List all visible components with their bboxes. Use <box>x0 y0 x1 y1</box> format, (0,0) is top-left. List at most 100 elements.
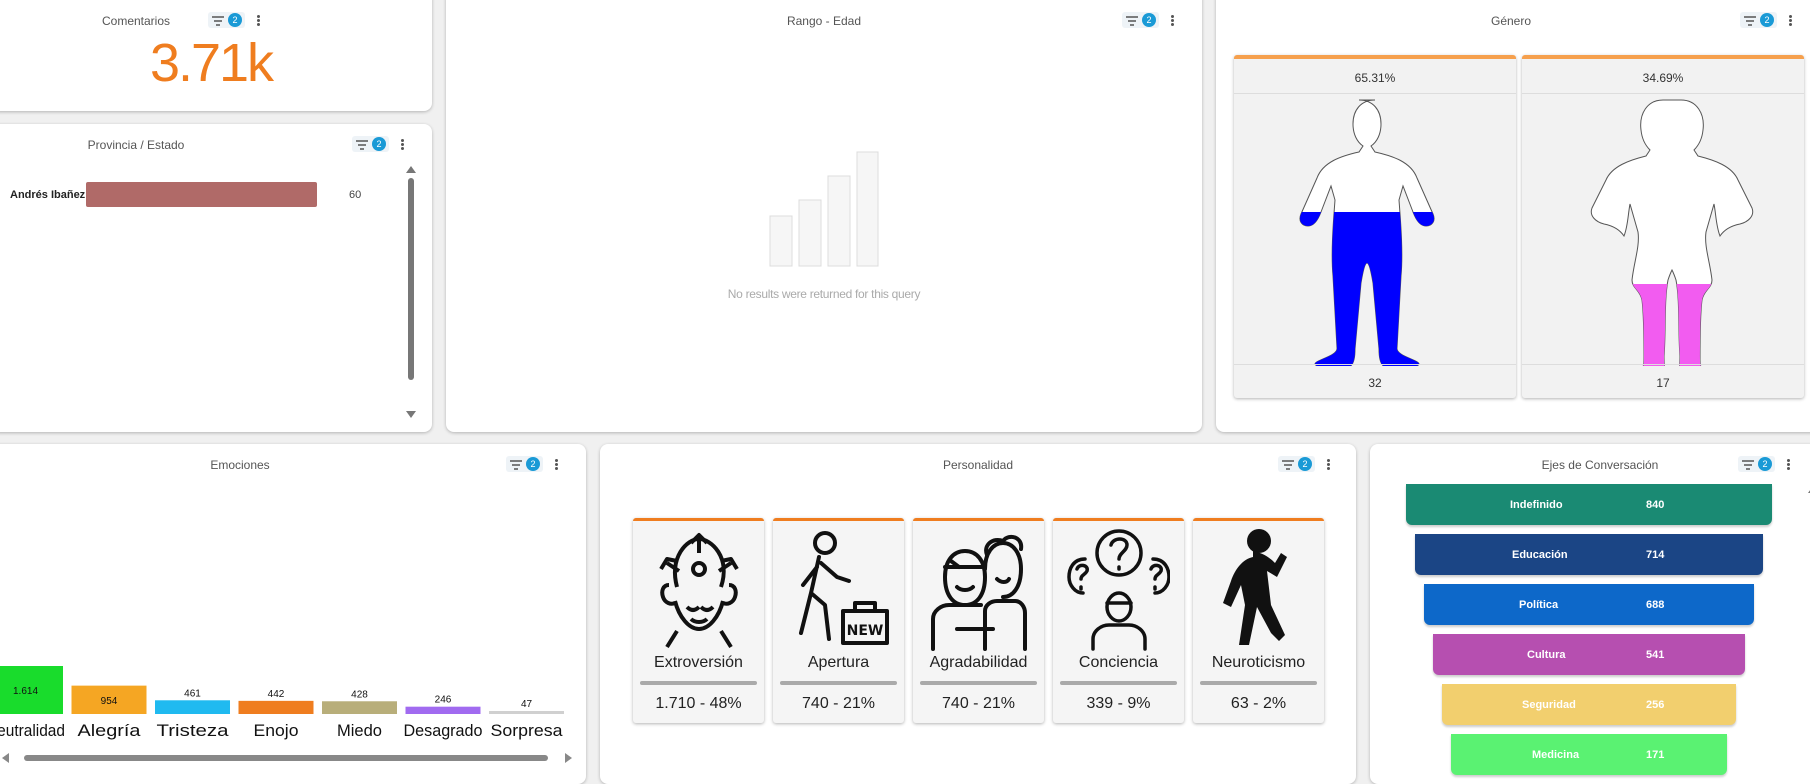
genero-card: Género 2 65.31% 32 34.69% 17 <box>1216 0 1810 432</box>
emotion-bar[interactable] <box>155 700 230 714</box>
card-title: Provincia / Estado <box>87 138 185 152</box>
funnel-value: 256 <box>1646 698 1665 711</box>
svg-text:NEW: NEW <box>847 623 884 639</box>
filter-icon <box>1125 14 1139 26</box>
funnel-label: Medicina <box>1532 748 1580 761</box>
filter-count-badge: 2 <box>228 13 242 27</box>
filter-button[interactable]: 2 <box>1278 456 1315 472</box>
male-figure-icon <box>1234 96 1516 369</box>
funnel-label: Seguridad <box>1522 698 1576 711</box>
friends-icon <box>931 534 1027 651</box>
filter-count-badge: 2 <box>1298 457 1312 471</box>
progress-line <box>640 681 757 685</box>
emotion-category-label: Miedo <box>337 721 382 740</box>
progress-line <box>780 681 897 685</box>
funnel-label: Educación <box>1512 548 1568 561</box>
filter-icon <box>1281 458 1295 470</box>
personality-card-extroversion[interactable]: Extroversión 1.710 - 48% <box>633 518 764 723</box>
anxious-person-icon <box>1223 529 1287 645</box>
card-tools: 2 <box>352 136 409 152</box>
emotion-bar[interactable] <box>405 706 481 714</box>
personality-name: Conciencia <box>1078 654 1159 671</box>
divider <box>1234 364 1516 365</box>
scroll-down-icon[interactable] <box>406 411 416 418</box>
divider <box>1234 93 1516 94</box>
emotion-value-label: 442 <box>268 689 285 700</box>
card-tools: 2 <box>1278 456 1335 472</box>
funnel-bar[interactable]: Seguridad 256 <box>1442 684 1736 725</box>
scroll-thumb[interactable] <box>24 755 548 761</box>
scroll-thumb[interactable] <box>408 178 414 380</box>
personality-name: Neuroticismo <box>1211 654 1306 671</box>
funnel-bar[interactable]: Medicina 171 <box>1451 734 1727 775</box>
gender-card-female[interactable]: 34.69% 17 <box>1522 55 1804 398</box>
more-options-icon[interactable] <box>1165 13 1179 27</box>
emotion-bar[interactable] <box>238 700 314 714</box>
funnel-bar[interactable]: Educación 714 <box>1415 534 1763 575</box>
filter-button[interactable]: 2 <box>1122 12 1159 28</box>
funnel-value: 688 <box>1646 598 1665 611</box>
personality-value: 740 - 21% <box>802 695 875 712</box>
emotion-bar[interactable] <box>489 711 564 714</box>
ejes-card: Ejes de Conversación 2 Indefinido 840 Ed… <box>1370 444 1810 784</box>
thinking-person-icon <box>1067 529 1170 651</box>
funnel-value: 171 <box>1646 748 1665 761</box>
gender-count: 17 <box>1656 376 1670 390</box>
emotion-value-label: 47 <box>521 699 533 710</box>
personality-value: 63 - 2% <box>1230 695 1287 712</box>
emotion-category-label: Enojo <box>254 721 299 740</box>
funnel-label: Indefinido <box>1510 498 1563 511</box>
more-options-icon[interactable] <box>395 137 409 151</box>
more-options-icon[interactable] <box>1321 457 1335 471</box>
filter-button[interactable]: 2 <box>1740 12 1777 28</box>
funnel-value: 840 <box>1646 498 1665 511</box>
emotion-category-label: Desagrado <box>404 721 483 740</box>
vertical-scrollbar[interactable] <box>406 166 416 418</box>
funnel-bar[interactable]: Cultura 541 <box>1433 634 1745 675</box>
gender-percentage: 65.31% <box>1354 71 1396 85</box>
gender-count: 32 <box>1368 376 1382 390</box>
emotion-value-label: 954 <box>101 696 118 707</box>
more-options-icon[interactable] <box>1783 13 1797 27</box>
progress-line <box>1200 681 1317 685</box>
card-tools: 2 <box>1122 12 1179 28</box>
bar-row: Andrés Ibañez 60 <box>10 182 361 207</box>
personality-card-agradabilidad[interactable]: Agradabilidad 740 - 21% <box>913 518 1044 723</box>
horizontal-scrollbar[interactable] <box>2 752 572 763</box>
emotion-category-label: Alegría <box>78 721 142 740</box>
emotion-bar[interactable] <box>322 701 397 714</box>
personality-card-neuroticismo[interactable]: Neuroticismo 63 - 2% <box>1193 518 1324 723</box>
scroll-up-icon[interactable] <box>406 166 416 173</box>
bar-label: Andrés Ibañez <box>10 188 86 201</box>
personality-name: Extroversión <box>654 654 743 671</box>
filter-icon <box>211 14 225 26</box>
funnel-label: Cultura <box>1527 648 1566 661</box>
filter-button[interactable]: 2 <box>352 136 389 152</box>
personality-card-apertura[interactable]: NEW Apertura 740 - 21% <box>773 518 904 723</box>
rango-edad-card: Rango - Edad 2 No results were returned … <box>446 0 1202 432</box>
progress-line <box>1060 681 1177 685</box>
personalidad-card: Personalidad 2 Extroversión 1.710 - 48% … <box>600 444 1356 784</box>
funnel-bar[interactable]: Indefinido 840 <box>1406 484 1772 525</box>
conversation-funnel: Indefinido 840 Educación 714 Política 68… <box>1370 444 1810 784</box>
empty-state: No results were returned for this query <box>446 150 1202 301</box>
funnel-bar[interactable]: Política 688 <box>1424 584 1754 625</box>
personality-value: 339 - 9% <box>1086 695 1151 712</box>
bar[interactable] <box>86 182 317 207</box>
personality-card-conciencia[interactable]: Conciencia 339 - 9% <box>1053 518 1184 723</box>
emotion-value-label: 246 <box>435 695 452 706</box>
gender-card-male[interactable]: 65.31% 32 <box>1234 55 1516 398</box>
scroll-right-icon[interactable] <box>565 753 572 763</box>
more-options-icon[interactable] <box>251 13 265 27</box>
funnel-value: 714 <box>1646 548 1665 561</box>
funnel-value: 541 <box>1646 648 1665 661</box>
divider <box>1522 93 1804 94</box>
personality-value: 1.710 - 48% <box>655 695 742 712</box>
emociones-card: Emociones 2 1.614Neutralidad954Alegría46… <box>0 444 586 784</box>
scroll-left-icon[interactable] <box>2 753 9 763</box>
filter-button[interactable]: 2 <box>208 12 245 28</box>
emotion-category-label: Tristeza <box>157 721 230 740</box>
filter-count-badge: 2 <box>1142 13 1156 27</box>
card-title: Personalidad <box>942 458 1014 472</box>
personality-name: Agradabilidad <box>929 654 1028 671</box>
